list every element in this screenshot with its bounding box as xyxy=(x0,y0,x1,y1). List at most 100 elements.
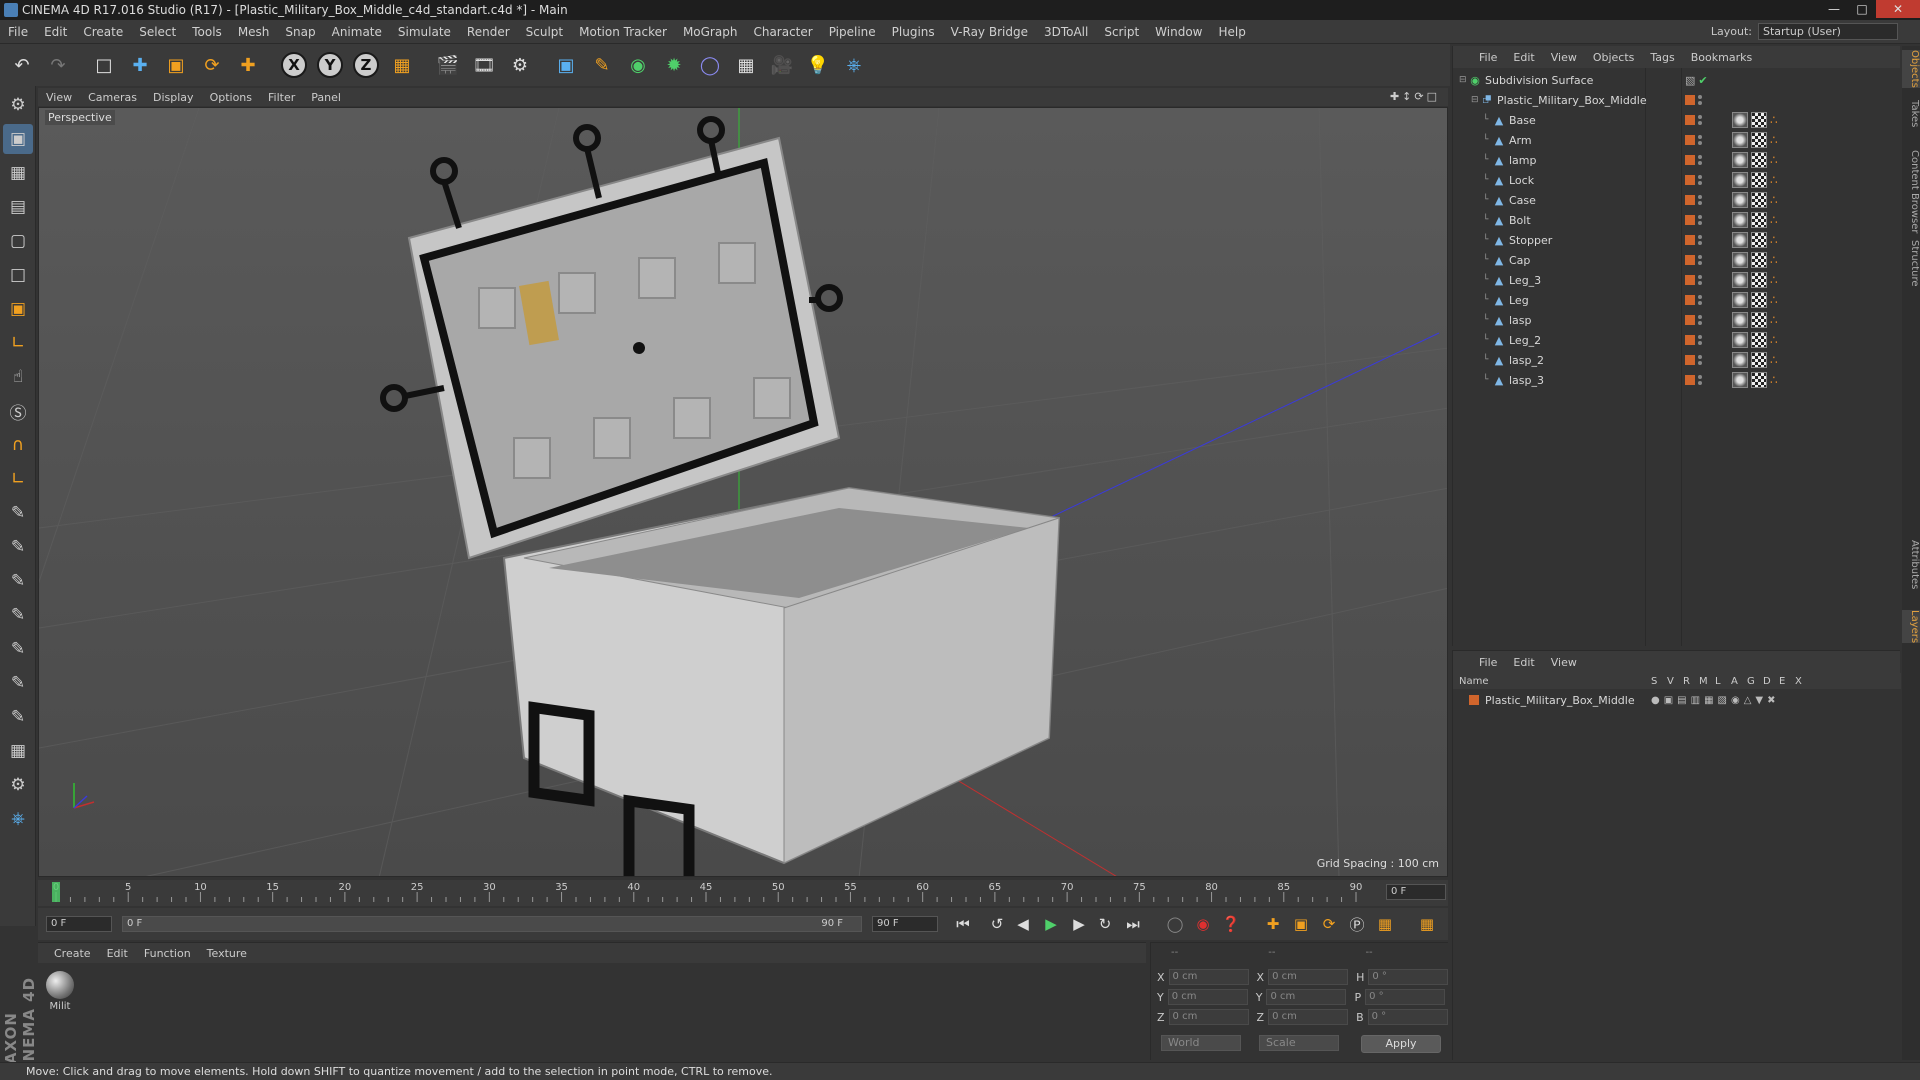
object-name[interactable]: Case xyxy=(1509,194,1536,207)
menu-mesh[interactable]: Mesh xyxy=(230,25,278,39)
python-icon[interactable]: ⎈ xyxy=(838,49,870,81)
material-tag-icon[interactable] xyxy=(1732,292,1748,308)
object-name[interactable]: Stopper xyxy=(1509,234,1552,247)
autokey-icon[interactable]: ◉ xyxy=(1190,912,1216,936)
enabled-check-icon[interactable]: ✔ xyxy=(1698,74,1707,87)
uvw-tag-icon[interactable] xyxy=(1751,332,1767,348)
menu-simulate[interactable]: Simulate xyxy=(390,25,459,39)
material-tag-icon[interactable] xyxy=(1732,352,1748,368)
uvw-tag-icon[interactable] xyxy=(1751,212,1767,228)
sculpt-smooth-icon[interactable]: ✎ xyxy=(3,566,33,596)
pen-spline-icon[interactable]: ✎ xyxy=(586,49,618,81)
material-tag-icon[interactable] xyxy=(1732,132,1748,148)
grid-lock-icon[interactable]: ▦ xyxy=(3,736,33,766)
visibility-dots-icon[interactable] xyxy=(1698,174,1702,186)
layer-color-swatch[interactable] xyxy=(1685,175,1695,185)
layer-color-swatch[interactable] xyxy=(1685,215,1695,225)
uvw-tag-icon[interactable] xyxy=(1751,352,1767,368)
object-menu-edit[interactable]: Edit xyxy=(1505,51,1542,64)
preview-range-slider[interactable]: 0 F 90 F xyxy=(122,916,862,932)
rotation-h-field[interactable]: 0 ° xyxy=(1368,969,1449,985)
layer-color-swatch[interactable] xyxy=(1685,275,1695,285)
layer-name[interactable]: Plastic_Military_Box_Middle xyxy=(1485,694,1635,707)
coordinate-space-dropdown[interactable]: World xyxy=(1161,1035,1241,1051)
texture-mode-icon[interactable]: ▦ xyxy=(3,158,33,188)
start-frame-field[interactable]: 0 F xyxy=(46,916,112,932)
side-tab-structure[interactable]: Structure xyxy=(1902,240,1920,287)
go-to-end-icon[interactable]: ⏭ xyxy=(1120,912,1146,936)
3d-viewport[interactable]: Perspective Grid Spacing : 100 cm xyxy=(38,107,1448,877)
cloner-icon[interactable]: ✹ xyxy=(658,49,690,81)
previous-frame-icon[interactable]: ◀ xyxy=(1010,912,1036,936)
layer-column-d[interactable]: D xyxy=(1763,676,1771,687)
render-view-icon[interactable]: 🎬 xyxy=(432,49,464,81)
expand-toggle-icon[interactable]: ⊟ xyxy=(1471,95,1481,105)
layer-color-swatch[interactable] xyxy=(1685,235,1695,245)
layer-menu-file[interactable]: File xyxy=(1471,656,1505,669)
minimize-button[interactable]: — xyxy=(1820,0,1848,18)
make-editable-icon[interactable]: ⚙ xyxy=(3,90,33,120)
material-menu-create[interactable]: Create xyxy=(46,947,99,960)
workplane-icon[interactable]: ▤ xyxy=(3,192,33,222)
viewport-menu-panel[interactable]: Panel xyxy=(303,91,349,104)
menu-plugins[interactable]: Plugins xyxy=(884,25,943,39)
layer-color-swatch[interactable] xyxy=(1685,295,1695,305)
menu-pipeline[interactable]: Pipeline xyxy=(821,25,884,39)
sculpt-brush-icon[interactable]: ✎ xyxy=(3,498,33,528)
z-axis-lock-icon[interactable]: Z xyxy=(350,49,382,81)
object-name[interactable]: Base xyxy=(1509,114,1536,127)
render-settings-icon[interactable]: ⚙ xyxy=(504,49,536,81)
object-name[interactable]: Leg_3 xyxy=(1509,274,1541,287)
size-x-field[interactable]: 0 cm xyxy=(1268,969,1349,985)
layer-color-swatch[interactable] xyxy=(1685,135,1695,145)
object-row[interactable]: └ ▲ Leg_3 ∴ xyxy=(1453,270,1901,290)
expand-toggle-icon[interactable]: ⊟ xyxy=(1459,75,1469,85)
object-row[interactable]: ⊟ ◉ Subdivision Surface ▧ ✔ xyxy=(1453,70,1901,90)
uvw-tag-icon[interactable] xyxy=(1751,292,1767,308)
visibility-dots-icon[interactable] xyxy=(1698,334,1702,346)
uvw-tag-icon[interactable] xyxy=(1751,172,1767,188)
layer-column-x[interactable]: X xyxy=(1795,676,1802,687)
phong-tag-icon[interactable]: ∴ xyxy=(1770,133,1784,147)
object-row[interactable]: └ ▲ Arm ∴ xyxy=(1453,130,1901,150)
key-position-icon[interactable]: ✚ xyxy=(1260,912,1286,936)
material-tag-icon[interactable] xyxy=(1732,112,1748,128)
key-scale-icon[interactable]: ▣ xyxy=(1288,912,1314,936)
python-script-icon[interactable]: ⎈ xyxy=(3,804,33,834)
phong-tag-icon[interactable]: ∴ xyxy=(1770,353,1784,367)
object-name[interactable]: Bolt xyxy=(1509,214,1531,227)
layer-menu-edit[interactable]: Edit xyxy=(1505,656,1542,669)
visibility-dots-icon[interactable] xyxy=(1698,294,1702,306)
visibility-dots-icon[interactable] xyxy=(1698,254,1702,266)
object-row[interactable]: └ ▲ Leg_2 ∴ xyxy=(1453,330,1901,350)
phong-tag-icon[interactable]: ∴ xyxy=(1770,233,1784,247)
material-tag-icon[interactable] xyxy=(1732,172,1748,188)
menu-render[interactable]: Render xyxy=(459,25,518,39)
viewport-menu-view[interactable]: View xyxy=(38,91,80,104)
material-tag-icon[interactable] xyxy=(1732,332,1748,348)
next-frame-icon[interactable]: ▶ xyxy=(1066,912,1092,936)
object-name[interactable]: lasp_2 xyxy=(1509,354,1544,367)
layer-toggle-icons[interactable]: ●▣▤▥▦▧◉△▼✖ xyxy=(1651,695,1779,706)
object-row[interactable]: └ ▲ lasp_3 ∴ xyxy=(1453,370,1901,390)
layer-column-name[interactable]: Name xyxy=(1459,676,1489,687)
layer-column-r[interactable]: R xyxy=(1683,676,1690,687)
rotate-tool-icon[interactable]: ⟳ xyxy=(196,49,228,81)
phong-tag-icon[interactable]: ∴ xyxy=(1770,293,1784,307)
tweak-mode-icon[interactable]: ☝ xyxy=(3,362,33,392)
key-rotation-icon[interactable]: ⟳ xyxy=(1316,912,1342,936)
play-icon[interactable]: ▶ xyxy=(1038,912,1064,936)
material-swatch[interactable]: Milit xyxy=(44,971,76,1012)
layer-column-m[interactable]: M xyxy=(1699,676,1708,687)
uvw-tag-icon[interactable] xyxy=(1751,372,1767,388)
scale-tool-icon[interactable]: ▣ xyxy=(160,49,192,81)
end-frame-field[interactable]: 90 F xyxy=(872,916,938,932)
uvw-tag-icon[interactable] xyxy=(1751,152,1767,168)
viewport-camera-label[interactable]: Perspective xyxy=(45,110,115,125)
redo-icon[interactable]: ↷ xyxy=(42,49,74,81)
sculpt-pull-icon[interactable]: ✎ xyxy=(3,532,33,562)
render-picture-viewer-icon[interactable]: 🎞 xyxy=(468,49,500,81)
viewport-nav-icons[interactable]: ✚↕⟳□ xyxy=(1390,90,1440,103)
layer-column-g[interactable]: G xyxy=(1747,676,1755,687)
current-frame-field[interactable]: 0 F xyxy=(1386,884,1446,900)
